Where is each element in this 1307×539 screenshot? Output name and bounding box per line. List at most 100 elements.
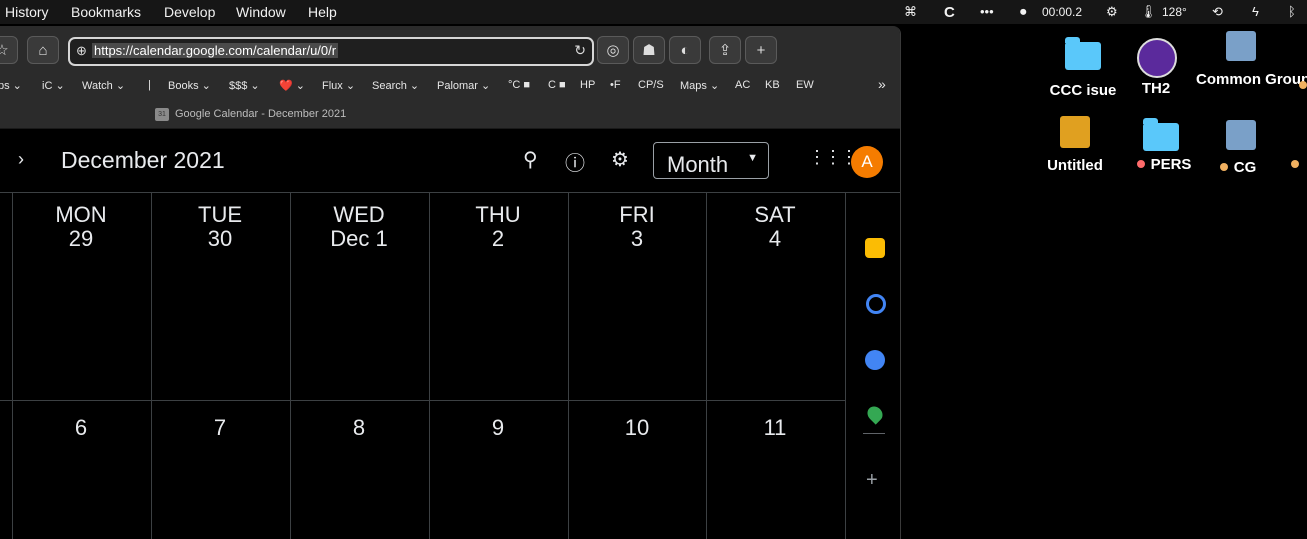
share-button[interactable]: ⇪ <box>709 36 741 64</box>
bookmark-item[interactable]: ❤️ ⌄ <box>279 79 305 92</box>
bookmark-item[interactable]: Search ⌄ <box>372 79 419 92</box>
month-grid: MON 29 TUE 30 WED Dec 1 THU 2 FRI 3 SAT … <box>0 193 845 539</box>
drive-icon[interactable] <box>1060 116 1090 148</box>
network-volume-icon[interactable] <box>1226 31 1256 61</box>
desktop-label[interactable]: Untitled <box>1034 156 1116 175</box>
new-tab-button[interactable]: + <box>745 36 777 64</box>
thermometer-icon[interactable]: 🌡 <box>1140 4 1157 20</box>
desktop-label[interactable]: CCC isue <box>1041 81 1125 100</box>
url-text[interactable]: https://calendar.google.com/calendar/u/0… <box>92 43 339 58</box>
menu-window[interactable]: Window <box>236 4 286 20</box>
bluetooth-icon[interactable]: ᛒ <box>1288 4 1296 19</box>
day-date[interactable]: 4 <box>706 227 844 251</box>
bookmark-item[interactable]: Maps ⌄ <box>680 79 719 92</box>
day-cell-header[interactable]: THU 2 <box>429 203 567 251</box>
day-cell-header[interactable]: SAT 4 <box>706 203 844 251</box>
extension-button-3[interactable]: ◐ <box>669 36 701 64</box>
day-cell-header[interactable]: WED Dec 1 <box>290 203 428 251</box>
record-icon[interactable]: ⏺ <box>1020 4 1027 20</box>
desktop-label[interactable]: TH2 <box>1126 79 1186 98</box>
apps-grid-icon[interactable]: ⋮⋮⋮ <box>808 147 858 168</box>
search-icon[interactable]: ⚲ <box>523 147 538 172</box>
extension-button-2[interactable]: ☗ <box>633 36 665 64</box>
day-of-week: FRI <box>619 202 655 227</box>
bookmark-item[interactable]: $$$ ⌄ <box>229 79 260 92</box>
label-text: CG <box>1233 159 1257 176</box>
settings-icon[interactable]: ⚙ <box>611 147 629 172</box>
menu-develop[interactable]: Develop <box>164 4 215 20</box>
star-icon: ☆ <box>0 41 9 59</box>
day-date[interactable]: 2 <box>429 227 567 251</box>
day-number[interactable]: 8 <box>290 415 428 441</box>
globe-icon: ⊕ <box>76 43 87 58</box>
tasks-icon[interactable] <box>866 294 886 314</box>
bookmark-item[interactable]: C ■ <box>548 79 566 91</box>
day-date[interactable]: 30 <box>151 227 289 251</box>
star-button[interactable]: ☆ <box>0 36 18 64</box>
browser-toolbar: ☆ ⌂ ⊕ https://calendar.google.com/calend… <box>0 26 900 129</box>
more-bookmarks-icon[interactable]: » <box>878 76 886 92</box>
bookmark-item[interactable]: Books ⌄ <box>168 79 211 92</box>
menu-bookmarks[interactable]: Bookmarks <box>71 4 141 20</box>
reload-icon[interactable]: ↻ <box>574 42 586 59</box>
bookmark-item[interactable]: EW <box>796 79 814 91</box>
desktop-label[interactable]: CG <box>1208 158 1268 177</box>
share-icon: ⇪ <box>718 42 732 59</box>
day-number[interactable]: 10 <box>568 415 706 441</box>
bookmark-item[interactable]: KB <box>765 79 780 91</box>
view-selector[interactable]: Month ▼ <box>653 142 769 179</box>
dots-icon[interactable]: ••• <box>980 4 994 19</box>
dropdown-arrow-icon: ▼ <box>747 152 758 164</box>
calendar-header: › December 2021 ⚲ ⓘ ⚙ Month ▼ ⋮⋮⋮ A <box>0 129 900 193</box>
help-icon[interactable]: ⓘ <box>565 147 585 176</box>
bolt-icon[interactable]: ϟ <box>1252 4 1259 19</box>
day-date[interactable]: 29 <box>12 227 150 251</box>
next-period-icon[interactable]: › <box>18 149 24 170</box>
c-app-icon[interactable]: C <box>944 4 955 21</box>
label-text: PERS <box>1150 156 1192 173</box>
home-button[interactable]: ⌂ <box>27 36 59 64</box>
bookmark-item[interactable]: HP <box>580 79 595 91</box>
bookmark-item[interactable]: Watch ⌄ <box>82 79 125 92</box>
tab-title[interactable]: Google Calendar - December 2021 <box>175 108 346 120</box>
ghost-icon: ☗ <box>642 42 656 59</box>
chip-icon[interactable]: ⚙ <box>1106 4 1118 20</box>
desktop-icon-th2[interactable] <box>1137 38 1177 78</box>
day-cell-header[interactable]: MON 29 <box>12 203 150 251</box>
day-number[interactable]: 11 <box>706 415 844 441</box>
add-addon-icon[interactable]: + <box>866 469 878 492</box>
desktop-label[interactable]: Common Ground <box>1196 70 1307 89</box>
keep-icon[interactable] <box>865 238 885 258</box>
day-date[interactable]: Dec 1 <box>290 227 428 251</box>
menu-history[interactable]: History <box>5 4 49 20</box>
bookmark-item[interactable]: CP/S <box>638 79 664 91</box>
extension-button-1[interactable]: ◎ <box>597 36 629 64</box>
address-bar[interactable]: ⊕ https://calendar.google.com/calendar/u… <box>68 37 594 66</box>
browser-window: ☆ ⌂ ⊕ https://calendar.google.com/calend… <box>0 26 901 539</box>
bookmark-item[interactable]: Palomar ⌄ <box>437 79 490 92</box>
command-icon[interactable]: ⌘ <box>904 4 917 20</box>
network-volume-icon[interactable] <box>1226 120 1256 150</box>
bookmark-item[interactable]: °C ■ <box>508 79 530 91</box>
time-machine-icon[interactable]: ⟲ <box>1212 4 1223 20</box>
avatar[interactable]: A <box>851 146 883 178</box>
bookmark-item[interactable]: •F <box>610 79 621 91</box>
day-cell-header[interactable]: TUE 30 <box>151 203 289 251</box>
desktop-label[interactable]: PERS <box>1124 155 1204 174</box>
day-number[interactable]: 7 <box>151 415 289 441</box>
bookmark-item[interactable]: Flux ⌄ <box>322 79 355 92</box>
day-of-week: MON <box>55 202 107 227</box>
maps-icon[interactable] <box>864 403 886 425</box>
day-number[interactable]: 9 <box>429 415 567 441</box>
bookmark-item[interactable]: AC <box>735 79 750 91</box>
menu-bar: History Bookmarks Develop Window Help ⌘ … <box>0 0 1307 24</box>
bookmark-item[interactable]: iC ⌄ <box>42 79 65 92</box>
folder-icon <box>1065 37 1101 70</box>
contacts-icon[interactable] <box>865 350 885 370</box>
menu-help[interactable]: Help <box>308 4 337 20</box>
week-divider <box>0 400 845 401</box>
day-date[interactable]: 3 <box>568 227 706 251</box>
bookmark-item[interactable]: ps ⌄ <box>0 79 22 92</box>
day-number[interactable]: 6 <box>12 415 150 441</box>
day-cell-header[interactable]: FRI 3 <box>568 203 706 251</box>
